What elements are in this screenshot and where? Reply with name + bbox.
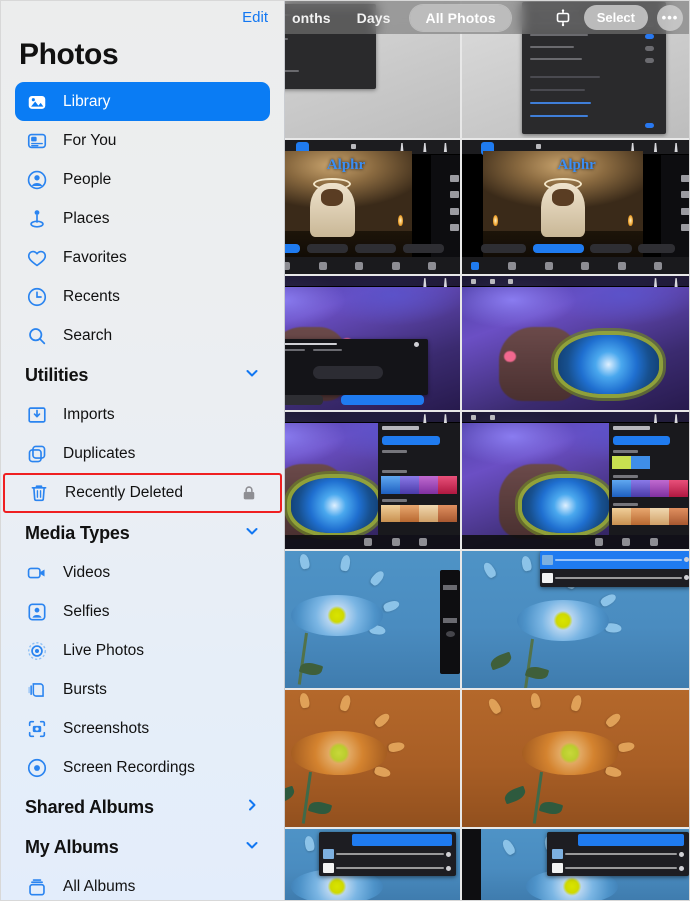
sidebar-item-recents[interactable]: Recents: [15, 277, 270, 316]
sidebar-item-live-photos[interactable]: Live Photos: [15, 631, 270, 670]
palettes-panel: [378, 422, 461, 536]
layers-panel: [546, 831, 689, 876]
for-you-card-icon: [25, 129, 49, 153]
chevron-down-icon[interactable]: [244, 365, 260, 386]
person-circle-icon: [25, 168, 49, 192]
photo-stack-icon: [25, 90, 49, 114]
layers-panel: [318, 831, 456, 876]
sidebar-item-label: Recently Deleted: [65, 484, 184, 501]
chevron-down-icon[interactable]: [244, 523, 260, 544]
sidebar-item-duplicates[interactable]: Duplicates: [15, 434, 270, 473]
sidebar-section-media-types-header[interactable]: Media Types: [15, 513, 270, 553]
section-title: Media Types: [25, 522, 130, 543]
sidebar-item-screenshots[interactable]: Screenshots: [15, 709, 270, 748]
sidebar-item-label: For You: [63, 131, 117, 149]
pasted-rose: [558, 334, 659, 394]
sidebar-section-utilities-header[interactable]: Utilities: [15, 355, 270, 395]
sidebar-item-all-albums[interactable]: All Albums: [15, 867, 270, 900]
timeline-segmented-control[interactable]: onths Days All Photos: [286, 4, 511, 31]
sidebar-item-label: Live Photos: [63, 641, 144, 659]
albums-stack-icon: [25, 875, 49, 899]
sidebar-item-library[interactable]: Library: [15, 82, 270, 121]
live-photo-icon: [25, 639, 49, 663]
sidebar-item-label: All Albums: [63, 877, 136, 895]
photo-thumbnail: [462, 412, 689, 549]
photo-thumbnail: Alphr: [462, 140, 689, 274]
sidebar-item-selfies[interactable]: Selfies: [15, 592, 270, 631]
page-title: Photos: [19, 38, 119, 71]
sidebar-item-for-you[interactable]: For You: [15, 121, 270, 160]
reference-dialog: [268, 338, 429, 396]
clock-icon: [25, 285, 49, 309]
sidebar-item-imports[interactable]: Imports: [15, 395, 270, 434]
photos-app-window: Layers: [0, 0, 690, 901]
palettes-panel: [608, 422, 689, 536]
chevron-right-icon[interactable]: [244, 797, 260, 818]
record-dot-icon: [25, 756, 49, 780]
sidebar-item-label: Bursts: [63, 680, 107, 698]
search-icon: [25, 324, 49, 348]
tool-strip: [462, 829, 481, 900]
sidebar-item-label: Screenshots: [63, 719, 150, 737]
photos-toolbar: onths Days All Photos Select •••: [284, 1, 689, 34]
sidebar-section-my-albums-header[interactable]: My Albums: [15, 827, 270, 867]
section-title: Utilities: [25, 364, 89, 385]
segment-days[interactable]: Days: [351, 6, 397, 30]
photo-thumbnail: [462, 276, 689, 410]
sidebar-item-label: Screen Recordings: [63, 758, 195, 776]
sidebar-item-label: Places: [63, 209, 110, 227]
zoom-aspect-icon[interactable]: [551, 6, 575, 30]
photo-thumbnail: [462, 551, 689, 688]
import-tray-icon: [25, 403, 49, 427]
sidebar-item-bursts[interactable]: Bursts: [15, 670, 270, 709]
watermark-text: Alphr: [557, 157, 596, 174]
photo-cell[interactable]: [462, 551, 689, 690]
trash-icon: [27, 481, 51, 505]
sidebar-item-screen-recordings[interactable]: Screen Recordings: [15, 748, 270, 787]
photo-cell[interactable]: [462, 829, 689, 900]
sidebar-item-favorites[interactable]: Favorites: [15, 238, 270, 277]
photo-cell[interactable]: [462, 276, 689, 412]
lock-icon: [240, 484, 258, 502]
sidebar-section-shared-albums-header[interactable]: Shared Albums: [15, 787, 270, 827]
video-camera-icon: [25, 561, 49, 585]
chevron-down-icon[interactable]: [244, 837, 260, 858]
photo-cell[interactable]: Alphr: [462, 140, 689, 276]
screenshot-frame-icon: [25, 717, 49, 741]
sidebar-item-label: Favorites: [63, 248, 127, 266]
sidebar-item-label: Search: [63, 326, 113, 344]
layers-panel: [540, 551, 689, 587]
sidebar-item-videos[interactable]: Videos: [15, 553, 270, 592]
more-ellipsis-icon[interactable]: •••: [657, 4, 683, 31]
sidebar-header-bar: Edit: [1, 1, 284, 34]
sidebar-item-label: Imports: [63, 405, 115, 423]
sidebar-item-label: Duplicates: [63, 444, 136, 462]
sidebar-item-label: Selfies: [63, 602, 110, 620]
burst-stack-icon: [25, 678, 49, 702]
duplicate-squares-icon: [25, 442, 49, 466]
selfie-portrait-icon: [25, 600, 49, 624]
sidebar-item-recently-deleted[interactable]: Recently Deleted: [3, 473, 282, 513]
edit-button[interactable]: Edit: [242, 9, 268, 26]
sidebar-item-label: People: [63, 170, 112, 188]
sidebar-item-label: Videos: [63, 563, 111, 581]
photo-cell[interactable]: [462, 690, 689, 829]
segment-all-photos[interactable]: All Photos: [410, 4, 511, 31]
photo-cell[interactable]: [462, 412, 689, 551]
select-button[interactable]: Select: [583, 5, 648, 30]
section-title: Shared Albums: [25, 796, 154, 817]
sidebar-item-label: Recents: [63, 287, 120, 305]
section-title: My Albums: [25, 836, 119, 857]
heart-icon: [25, 246, 49, 270]
sidebar-item-label: Library: [63, 92, 111, 110]
photo-thumbnail: [462, 690, 689, 827]
sidebar-item-search[interactable]: Search: [15, 316, 270, 355]
sidebar-item-people[interactable]: People: [15, 160, 270, 199]
tool-strip: [439, 570, 461, 675]
photos-sidebar: Edit Photos Library For You People Place…: [1, 1, 285, 900]
photo-thumbnail: [462, 829, 689, 900]
sidebar-item-places[interactable]: Places: [15, 199, 270, 238]
map-pin-icon: [25, 207, 49, 231]
segment-months[interactable]: onths: [286, 6, 337, 30]
